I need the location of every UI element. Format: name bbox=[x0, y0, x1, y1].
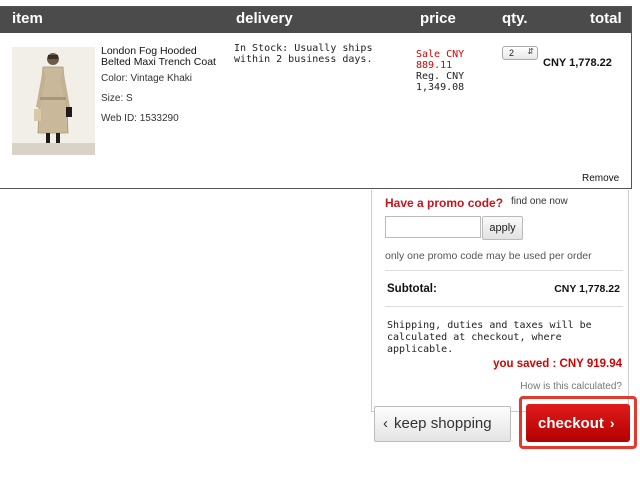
regular-price: Reg. CNY 1,349.08 bbox=[416, 71, 465, 93]
how-calculated-link[interactable]: How is this calculated? bbox=[520, 381, 622, 392]
savings-total: you saved : CNY 919.94 bbox=[493, 358, 622, 370]
header-item: item bbox=[12, 10, 43, 27]
trench-coat-image bbox=[12, 53, 95, 155]
shipping-note: Shipping, duties and taxes will be calcu… bbox=[387, 320, 592, 355]
checkout-button[interactable]: checkout › bbox=[526, 404, 630, 442]
cart-table: item delivery price qty. total London Fo… bbox=[0, 6, 632, 189]
size-value: S bbox=[126, 93, 133, 104]
webid-label: Web ID: bbox=[101, 113, 137, 124]
divider bbox=[385, 306, 623, 307]
webid-value: 1533290 bbox=[139, 113, 179, 124]
subtotal-label: Subtotal: bbox=[387, 283, 437, 295]
header-price: price bbox=[420, 10, 456, 27]
cart-header: item delivery price qty. total bbox=[0, 7, 631, 33]
quantity-select[interactable]: 2 ⇵ bbox=[502, 46, 538, 60]
promo-code-input[interactable] bbox=[385, 216, 481, 238]
order-summary: Have a promo code? find one now apply on… bbox=[371, 190, 629, 412]
apply-promo-button[interactable]: apply bbox=[482, 216, 523, 240]
color-value: Vintage Khaki bbox=[130, 73, 192, 84]
product-size: Size: S bbox=[101, 93, 133, 104]
checkout-label: checkout bbox=[538, 415, 604, 432]
product-name[interactable]: London Fog Hooded Belted Maxi Trench Coa… bbox=[101, 46, 221, 68]
promo-note: only one promo code may be used per orde… bbox=[385, 250, 592, 262]
product-color: Color: Vintage Khaki bbox=[101, 73, 192, 84]
chevron-right-icon: › bbox=[609, 415, 615, 431]
remove-link[interactable]: Remove bbox=[582, 173, 619, 184]
find-promo-link[interactable]: find one now bbox=[511, 196, 568, 207]
subtotal-value: CNY 1,778.22 bbox=[554, 283, 620, 295]
promo-title: Have a promo code? bbox=[385, 196, 504, 210]
line-total: CNY 1,778.22 bbox=[543, 57, 612, 69]
divider bbox=[385, 270, 623, 271]
quantity-value: 2 bbox=[509, 48, 515, 58]
keep-shopping-button[interactable]: ‹ keep shopping bbox=[374, 406, 511, 442]
product-webid: Web ID: 1533290 bbox=[101, 113, 179, 124]
header-delivery: delivery bbox=[236, 10, 293, 27]
updown-arrows-icon: ⇵ bbox=[527, 47, 534, 56]
color-label: Color: bbox=[101, 73, 128, 84]
delivery-status: In Stock: Usually ships within 2 busines… bbox=[234, 43, 373, 65]
size-label: Size: bbox=[101, 93, 124, 104]
header-qty: qty. bbox=[502, 10, 528, 27]
sale-price: Sale CNY 889.11 bbox=[416, 49, 465, 71]
product-image[interactable] bbox=[12, 47, 95, 155]
chevron-left-icon: ‹ bbox=[383, 415, 388, 432]
keep-shopping-label: keep shopping bbox=[394, 415, 492, 432]
header-total: total bbox=[590, 10, 622, 27]
